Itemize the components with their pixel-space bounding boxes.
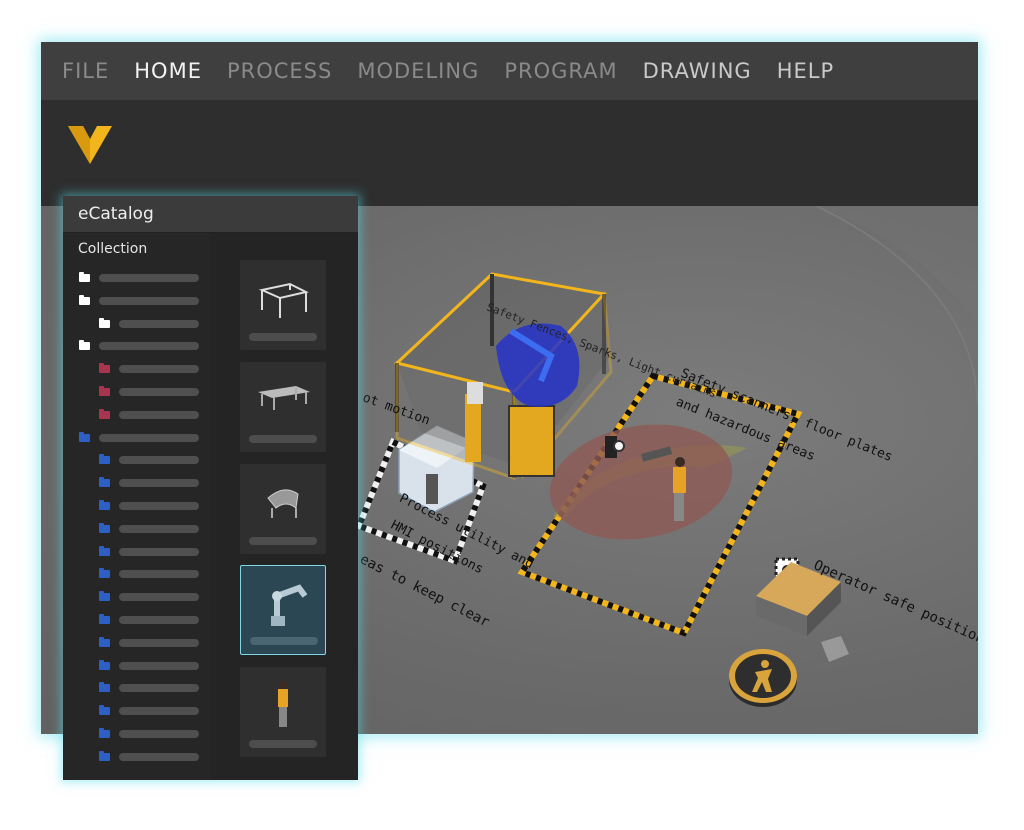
- tree-item-label-placeholder: [119, 456, 199, 465]
- tree-item[interactable]: [63, 272, 211, 284]
- catalog-item-operator[interactable]: [240, 667, 326, 757]
- tree-item-label-placeholder: [119, 616, 199, 624]
- folder-icon: [99, 682, 110, 693]
- collection-label: Collection: [78, 241, 148, 257]
- folder-icon: [99, 477, 110, 488]
- folder-icon: [99, 454, 110, 465]
- menu-modeling[interactable]: MODELING: [357, 59, 479, 83]
- tree-item[interactable]: [63, 659, 211, 672]
- ribbon: [41, 100, 978, 206]
- folder-icon: [99, 659, 110, 670]
- tree-item[interactable]: [63, 500, 211, 512]
- tree-item[interactable]: [63, 317, 211, 330]
- tree-item-label-placeholder: [119, 661, 199, 670]
- tree-item[interactable]: [63, 728, 211, 740]
- ecatalog-panel: eCatalog Collection: [63, 196, 358, 780]
- tree-item-label-placeholder: [119, 524, 199, 533]
- folder-icon: [99, 750, 110, 761]
- tree-item[interactable]: [63, 477, 211, 489]
- folder-icon: [99, 317, 110, 328]
- folder-icon: [99, 705, 110, 716]
- folder-icon: [99, 568, 110, 579]
- tree-item-label-placeholder: [119, 707, 199, 716]
- tree-item-label-placeholder: [119, 410, 199, 419]
- panel-title: eCatalog: [78, 204, 154, 224]
- tree-item-label-placeholder: [119, 593, 199, 602]
- menu-program[interactable]: PROGRAM: [504, 59, 617, 83]
- tree-item-label-placeholder: [119, 684, 199, 693]
- folder-icon: [99, 728, 110, 738]
- tree-item-label-placeholder: [119, 570, 199, 579]
- tree-item-label-placeholder: [99, 296, 199, 305]
- tree-item-label-placeholder: [119, 547, 199, 556]
- panel-header: eCatalog: [63, 196, 358, 233]
- folder-icon: [99, 500, 110, 510]
- collection-tree: Collection: [63, 233, 211, 780]
- catalog-item-conveyor[interactable]: [240, 362, 326, 452]
- tree-item[interactable]: [63, 386, 211, 398]
- tree-item-label-placeholder: [119, 730, 199, 738]
- tree-item[interactable]: [63, 705, 211, 717]
- logo-icon: [68, 126, 112, 164]
- tree-item-label-placeholder: [99, 433, 199, 442]
- folder-icon: [99, 591, 110, 602]
- folder-icon: [99, 522, 110, 533]
- tree-item[interactable]: [63, 568, 211, 580]
- folder-icon: [99, 614, 110, 624]
- item-label-placeholder: [249, 740, 317, 748]
- catalog-thumbnails: [211, 233, 358, 780]
- tree-item-label-placeholder: [119, 752, 199, 761]
- folder-icon: [79, 431, 90, 442]
- folder-icon: [99, 545, 110, 556]
- menu-home[interactable]: HOME: [134, 59, 202, 83]
- catalog-item-fence-frame[interactable]: [240, 260, 326, 350]
- tree-item[interactable]: [63, 636, 211, 649]
- tree-item[interactable]: [63, 363, 211, 375]
- folder-icon: [99, 636, 110, 647]
- tree-item[interactable]: [63, 294, 211, 307]
- tree-item-label-placeholder: [119, 638, 199, 647]
- tree-item-label-placeholder: [119, 365, 199, 374]
- tree-item[interactable]: [63, 591, 211, 603]
- menu-bar: FILE HOME PROCESS MODELING PROGRAM DRAWI…: [41, 42, 978, 100]
- tree-item[interactable]: [63, 340, 211, 352]
- folder-icon: [99, 386, 110, 396]
- folder-icon: [79, 340, 90, 351]
- tree-item-label-placeholder: [119, 502, 199, 510]
- tree-item[interactable]: [63, 750, 211, 763]
- folder-icon: [99, 363, 110, 374]
- tree-item[interactable]: [63, 431, 211, 444]
- tree-item[interactable]: [63, 682, 211, 694]
- catalog-item-curve-conveyor[interactable]: [240, 464, 326, 554]
- folder-icon: [79, 294, 90, 305]
- tree-item[interactable]: [63, 454, 211, 466]
- tree-item-label-placeholder: [119, 388, 199, 396]
- menu-file[interactable]: FILE: [62, 59, 109, 83]
- item-label-placeholder: [249, 435, 317, 443]
- folder-icon: [79, 272, 90, 282]
- tree-item-label-placeholder: [99, 342, 199, 351]
- item-label-placeholder: [249, 537, 317, 545]
- tree-item[interactable]: [63, 522, 211, 535]
- tree-item-label-placeholder: [99, 274, 199, 282]
- tree-item-label-placeholder: [119, 319, 199, 328]
- tree-item[interactable]: [63, 408, 211, 421]
- catalog-item-robot[interactable]: [240, 565, 326, 655]
- item-label-placeholder: [249, 333, 317, 341]
- folder-icon: [99, 408, 110, 419]
- tree-item[interactable]: [63, 545, 211, 558]
- tree-item-label-placeholder: [119, 479, 199, 488]
- item-label-placeholder: [250, 637, 318, 645]
- tree-item[interactable]: [63, 614, 211, 626]
- menu-process[interactable]: PROCESS: [227, 59, 332, 83]
- menu-drawing[interactable]: DRAWING: [643, 59, 752, 83]
- menu-help[interactable]: HELP: [777, 59, 834, 83]
